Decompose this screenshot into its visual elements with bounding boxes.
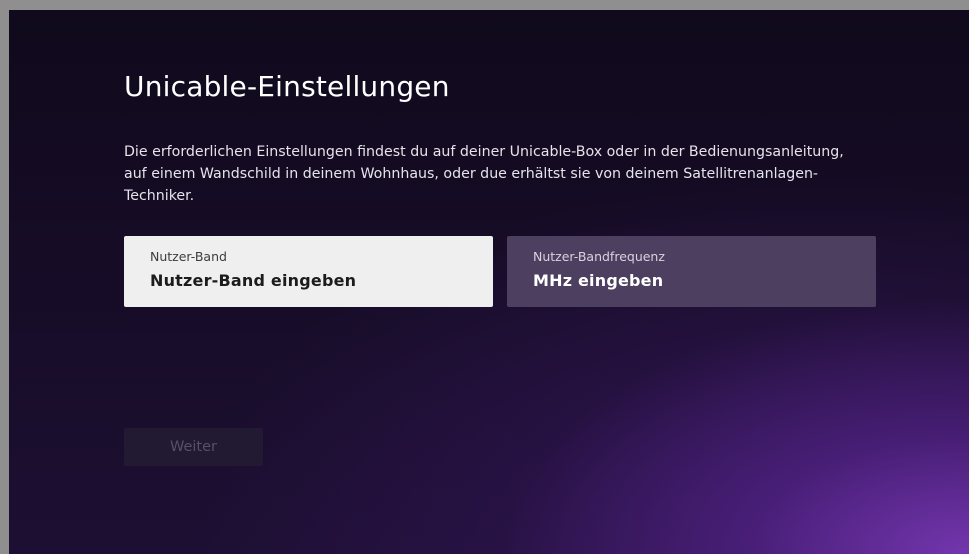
user-band-field[interactable]: Nutzer-Band Nutzer-Band eingeben bbox=[124, 236, 493, 307]
page-title: Unicable-Einstellungen bbox=[124, 70, 450, 103]
page-description: Die erforderlichen Einstellungen findest… bbox=[124, 144, 844, 204]
tv-screen: Unicable-Einstellungen Die erforderliche… bbox=[9, 10, 969, 554]
user-band-frequency-label: Nutzer-Bandfrequenz bbox=[533, 249, 665, 264]
user-band-frequency-field[interactable]: Nutzer-Bandfrequenz MHz eingeben bbox=[507, 236, 876, 307]
user-band-label: Nutzer-Band bbox=[150, 249, 227, 264]
user-band-placeholder: Nutzer-Band eingeben bbox=[150, 271, 357, 290]
tv-frame: Unicable-Einstellungen Die erforderliche… bbox=[0, 0, 969, 554]
next-button[interactable]: Weiter bbox=[124, 428, 263, 466]
user-band-frequency-placeholder: MHz eingeben bbox=[533, 271, 664, 290]
